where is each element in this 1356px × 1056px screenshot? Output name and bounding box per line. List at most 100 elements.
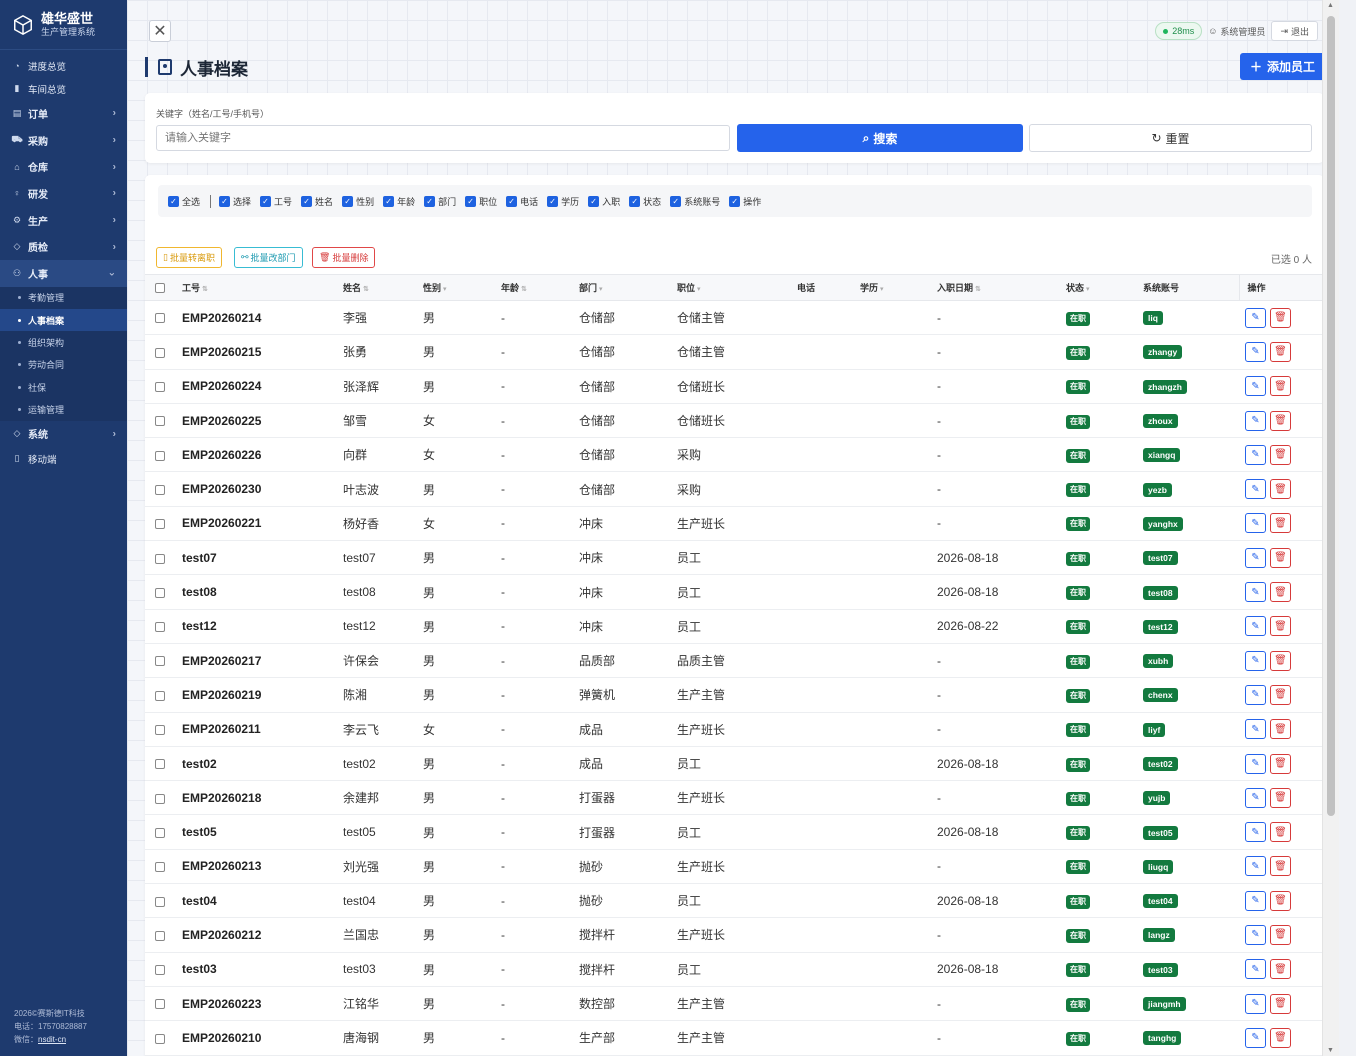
table-row[interactable]: EMP20260226 向群女 - 仓储部 采购 - 在职 xiangq ✎ 🗑 bbox=[145, 437, 1324, 473]
row-select-cell[interactable] bbox=[145, 609, 182, 644]
sidebar-subitem-transport[interactable]: 运输管理 bbox=[0, 398, 127, 421]
sidebar-item-mobile[interactable]: ▯ 移动端 bbox=[0, 447, 127, 470]
sidebar-subitem-attendance[interactable]: 考勤管理 bbox=[0, 286, 127, 310]
column-toggle-3[interactable]: ✓ 性别 bbox=[342, 195, 374, 208]
sidebar-item-warehouse[interactable]: ⌂ 仓库 › bbox=[0, 153, 127, 180]
delete-button[interactable]: 🗑 bbox=[1270, 376, 1291, 397]
row-select-cell[interactable] bbox=[145, 883, 182, 919]
delete-button[interactable]: 🗑 bbox=[1270, 822, 1291, 843]
edit-button[interactable]: ✎ bbox=[1245, 376, 1266, 397]
sidebar-item-system[interactable]: ◇ 系统 › bbox=[0, 421, 127, 448]
table-row[interactable]: EMP20260223 江铭华男 - 数控部 生产主管 - 在职 jiangmh ✎ 🗑 bbox=[145, 986, 1324, 1022]
header-dept[interactable]: 部门 ▾ bbox=[579, 274, 677, 301]
edit-button[interactable]: ✎ bbox=[1245, 856, 1266, 877]
brand[interactable]: 雄华盛世 生产管理系统 bbox=[0, 0, 127, 50]
header-name[interactable]: 姓名 ⇅ bbox=[343, 274, 423, 301]
sidebar-subitem-insurance[interactable]: 社保 bbox=[0, 376, 127, 399]
column-toggle-10[interactable]: ✓ 状态 bbox=[629, 195, 661, 208]
table-row[interactable]: EMP20260217 许保会男 - 品质部 品质主管 - 在职 xubh ✎ 🗑 bbox=[145, 643, 1324, 679]
header-position[interactable]: 职位 ▾ bbox=[677, 274, 797, 301]
column-toggle-9[interactable]: ✓ 入职 bbox=[588, 195, 620, 208]
column-toggle-6[interactable]: ✓ 职位 bbox=[465, 195, 497, 208]
row-select-cell[interactable] bbox=[145, 369, 182, 404]
row-select-cell[interactable] bbox=[145, 437, 182, 473]
table-row[interactable]: test07 test07 男 - 冲床 员工 2026-08-18 在职 test07 ✎ 🗑 bbox=[145, 540, 1324, 576]
column-toggle-1[interactable]: ✓ 工号 bbox=[260, 195, 292, 208]
delete-button[interactable]: 🗑 bbox=[1270, 719, 1291, 740]
delete-button[interactable]: 🗑 bbox=[1270, 444, 1291, 465]
table-row[interactable]: EMP20260230 叶志波男 - 仓储部 采购 - 在职 yezb ✎ 🗑 bbox=[145, 471, 1324, 507]
row-select-cell[interactable] bbox=[145, 1020, 182, 1056]
sidebar-subitem-contract[interactable]: 劳动合同 bbox=[0, 353, 127, 376]
sidebar-item-qc[interactable]: ◇ 质检 › bbox=[0, 233, 127, 260]
row-select-cell[interactable] bbox=[145, 746, 182, 782]
sidebar-item-workshop[interactable]: ▮ 车间总览 bbox=[0, 77, 127, 100]
column-toggle-7[interactable]: ✓ 电话 bbox=[506, 195, 538, 208]
delete-button[interactable]: 🗑 bbox=[1270, 787, 1291, 808]
current-user[interactable]: ☺ 系统管理员 bbox=[1208, 25, 1265, 38]
delete-button[interactable]: 🗑 bbox=[1270, 684, 1291, 705]
sidebar-item-production[interactable]: ⚙ 生产 › bbox=[0, 207, 127, 234]
table-row[interactable]: EMP20260219 陈湘男 - 弹簧机 生产主管 - 在职 chenx ✎ 🗑 bbox=[145, 677, 1324, 713]
row-select-cell[interactable] bbox=[145, 334, 182, 370]
sidebar-item-orders[interactable]: ▤ 订单 › bbox=[0, 100, 127, 127]
row-select-cell[interactable] bbox=[145, 814, 182, 850]
row-select-cell[interactable] bbox=[145, 917, 182, 953]
edit-button[interactable]: ✎ bbox=[1245, 924, 1266, 945]
edit-button[interactable]: ✎ bbox=[1245, 753, 1266, 774]
header-gender[interactable]: 性别 ▾ bbox=[423, 274, 501, 301]
header-join-date[interactable]: 入职日期 ⇅ bbox=[937, 274, 1066, 301]
scroll-down-icon[interactable]: ▼ bbox=[1327, 1047, 1334, 1054]
row-select-cell[interactable] bbox=[145, 403, 182, 439]
delete-button[interactable]: 🗑 bbox=[1270, 1027, 1291, 1048]
column-toggle-8[interactable]: ✓ 学历 bbox=[547, 195, 579, 208]
scrollbar-thumb[interactable] bbox=[1327, 16, 1335, 816]
column-toggle-all[interactable]: ✓ 全选 bbox=[168, 195, 200, 208]
batch-delete-button[interactable]: 🗑 批量删除 bbox=[312, 247, 376, 268]
edit-button[interactable]: ✎ bbox=[1245, 341, 1266, 362]
table-row[interactable]: EMP20260211 李云飞女 - 成品 生产班长 - 在职 liyf ✎ 🗑 bbox=[145, 712, 1324, 747]
row-select-cell[interactable] bbox=[145, 986, 182, 1022]
edit-button[interactable]: ✎ bbox=[1245, 410, 1266, 431]
row-select-cell[interactable] bbox=[145, 780, 182, 816]
column-toggle-0[interactable]: ✓ 选择 bbox=[219, 195, 251, 208]
table-row[interactable]: EMP20260213 刘光强男 - 抛砂 生产班长 - 在职 liugq ✎ 🗑 bbox=[145, 849, 1324, 885]
row-select-cell[interactable] bbox=[145, 506, 182, 542]
delete-button[interactable]: 🗑 bbox=[1270, 341, 1291, 362]
row-select-cell[interactable] bbox=[145, 677, 182, 713]
sidebar-item-purchase[interactable]: ⛟ 采购 › bbox=[0, 127, 127, 154]
delete-button[interactable]: 🗑 bbox=[1270, 513, 1291, 534]
delete-button[interactable]: 🗑 bbox=[1270, 547, 1291, 568]
sidebar-subitem-hr-records[interactable]: 人事档案 bbox=[0, 309, 127, 332]
edit-button[interactable]: ✎ bbox=[1245, 582, 1266, 603]
scroll-up-icon[interactable]: ▲ bbox=[1327, 2, 1334, 9]
table-row[interactable]: EMP20260224 张泽辉男 - 仓储部 仓储班长 - 在职 zhangzh ✎ 🗑 bbox=[145, 369, 1324, 404]
delete-button[interactable]: 🗑 bbox=[1270, 410, 1291, 431]
row-select-cell[interactable] bbox=[145, 540, 182, 576]
edit-button[interactable]: ✎ bbox=[1245, 547, 1266, 568]
edit-button[interactable]: ✎ bbox=[1245, 890, 1266, 911]
header-status[interactable]: 状态 ▾ bbox=[1066, 274, 1143, 301]
delete-button[interactable]: 🗑 bbox=[1270, 993, 1291, 1014]
edit-button[interactable]: ✎ bbox=[1245, 993, 1266, 1014]
edit-button[interactable]: ✎ bbox=[1245, 719, 1266, 740]
header-emp-code[interactable]: 工号 ⇅ bbox=[182, 274, 343, 301]
edit-button[interactable]: ✎ bbox=[1245, 307, 1266, 328]
column-toggle-2[interactable]: ✓ 姓名 bbox=[301, 195, 333, 208]
table-row[interactable]: EMP20260215 张勇男 - 仓储部 仓储主管 - 在职 zhangy ✎ 🗑 bbox=[145, 334, 1324, 370]
close-tab-button[interactable]: ✕ bbox=[149, 20, 171, 42]
delete-button[interactable]: 🗑 bbox=[1270, 479, 1291, 500]
reset-button[interactable]: ↻ 重置 bbox=[1029, 124, 1312, 152]
table-row[interactable]: EMP20260218 余建邦男 - 打蛋器 生产班长 - 在职 yujb ✎ 🗑 bbox=[145, 780, 1324, 816]
search-button[interactable]: ⌕ 搜索 bbox=[737, 124, 1023, 152]
sidebar-item-progress[interactable]: ◔ 进度总览 bbox=[0, 54, 127, 77]
sidebar-item-hr[interactable]: ⚇ 人事 ⌄ bbox=[0, 260, 127, 287]
table-row[interactable]: test05 test05 男 - 打蛋器 员工 2026-08-18 在职 test05 ✎ 🗑 bbox=[145, 814, 1324, 850]
table-row[interactable]: EMP20260210 唐海钢男 - 生产部 生产主管 - 在职 tanghg ✎ 🗑 bbox=[145, 1020, 1324, 1056]
delete-button[interactable]: 🗑 bbox=[1270, 616, 1291, 637]
row-select-cell[interactable] bbox=[145, 952, 182, 987]
table-row[interactable]: EMP20260221 杨好香女 - 冲床 生产班长 - 在职 yanghx ✎ 🗑 bbox=[145, 506, 1324, 542]
batch-resign-button[interactable]: ▯ 批量转离职 bbox=[156, 247, 222, 268]
edit-button[interactable]: ✎ bbox=[1245, 444, 1266, 465]
edit-button[interactable]: ✎ bbox=[1245, 787, 1266, 808]
